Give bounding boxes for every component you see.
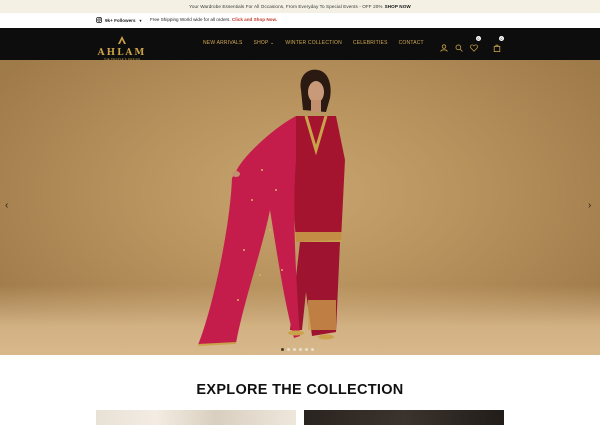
brand-logo[interactable]: AHLAM THE PEOPLE'S DESIGN [93,31,151,61]
shopping-bag-icon [493,44,501,52]
shipping-text: Free Shipping World wide for all orders. [150,17,231,22]
followers-count: 9k+ Followers [105,17,136,23]
announcement-text: Your Wardrobe Essentials For All Occasio… [189,4,383,9]
nav-shop[interactable]: SHOP ⌄ [254,40,275,46]
instagram-icon [96,17,102,23]
search-icon [455,44,463,52]
slide-dot[interactable] [305,348,308,351]
header-icons: 0 0 [440,36,504,52]
nav-winter-collection[interactable]: WINTER COLLECTION [285,40,341,46]
slide-dot[interactable] [293,348,296,351]
instagram-followers[interactable]: 9k+ Followers ▾ [96,17,142,23]
nav-new-arrivals[interactable]: NEW ARRIVALS [203,40,243,46]
cart-count-badge: 0 [499,36,504,41]
site-header: AHLAM THE PEOPLE'S DESIGN NEW ARRIVALS S… [0,28,600,61]
account-button[interactable] [440,39,448,52]
shop-now-link[interactable]: SHOP NOW [385,4,411,9]
slide-dot[interactable] [287,348,290,351]
chevron-down-icon: ▾ [139,17,142,23]
slide-dot[interactable] [299,348,302,351]
next-slide-arrow-icon[interactable]: › [588,200,591,211]
search-button[interactable] [455,39,463,52]
info-bar: 9k+ Followers ▾ Free Shipping World wide… [0,13,600,28]
shipping-notice: Free Shipping World wide for all orders.… [150,17,277,22]
hero-model-image [197,69,345,346]
nav-shop-label: SHOP [253,40,269,46]
user-icon [440,44,448,52]
nav-celebrities[interactable]: CELEBRITIES [353,40,388,46]
main-nav: NEW ARRIVALS SHOP ⌄ WINTER COLLECTION CE… [203,40,424,46]
collection-tile[interactable] [96,410,296,425]
slider-dots [281,348,314,351]
slide-dot[interactable] [311,348,314,351]
hero-slider: ‹ › [0,60,600,355]
nav-contact[interactable]: CONTACT [399,40,424,46]
shipping-link[interactable]: Click and Shop Now. [232,17,277,22]
wishlist-count-badge: 0 [476,36,481,41]
section-title: EXPLORE THE COLLECTION [196,382,404,398]
chevron-down-icon: ⌄ [270,40,275,46]
slide-dot[interactable] [281,348,284,351]
prev-slide-arrow-icon[interactable]: ‹ [5,200,8,211]
announcement-bar: Your Wardrobe Essentials For All Occasio… [0,0,600,13]
heart-icon [470,44,478,52]
logo-emblem-icon [118,36,126,44]
brand-name: AHLAM [97,48,147,58]
cart-button[interactable]: 0 [493,36,504,52]
wishlist-button[interactable]: 0 [470,36,481,52]
collection-tile[interactable] [304,410,504,425]
